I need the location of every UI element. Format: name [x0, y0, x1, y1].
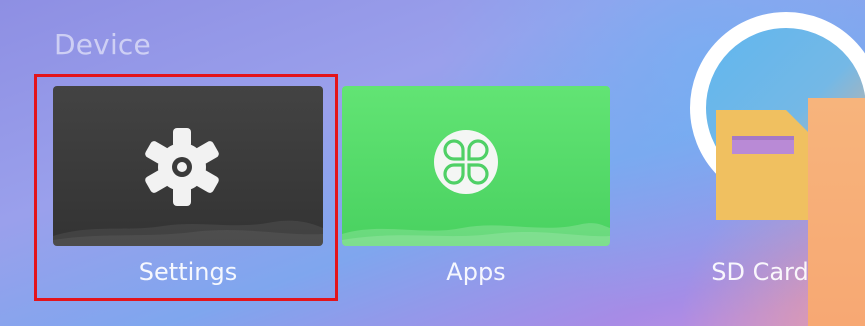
- apps-icon: [434, 130, 498, 194]
- sd-card-icon[interactable]: [716, 110, 808, 220]
- sd-card-tile-edge[interactable]: [808, 98, 865, 326]
- section-title: Device: [54, 28, 151, 61]
- apps-label: Apps: [446, 258, 506, 286]
- tile-wave-decoration: [342, 223, 610, 246]
- focus-highlight-frame: [34, 74, 338, 301]
- apps-tile[interactable]: [342, 86, 610, 246]
- sd-card-label: SD Card: [711, 258, 809, 286]
